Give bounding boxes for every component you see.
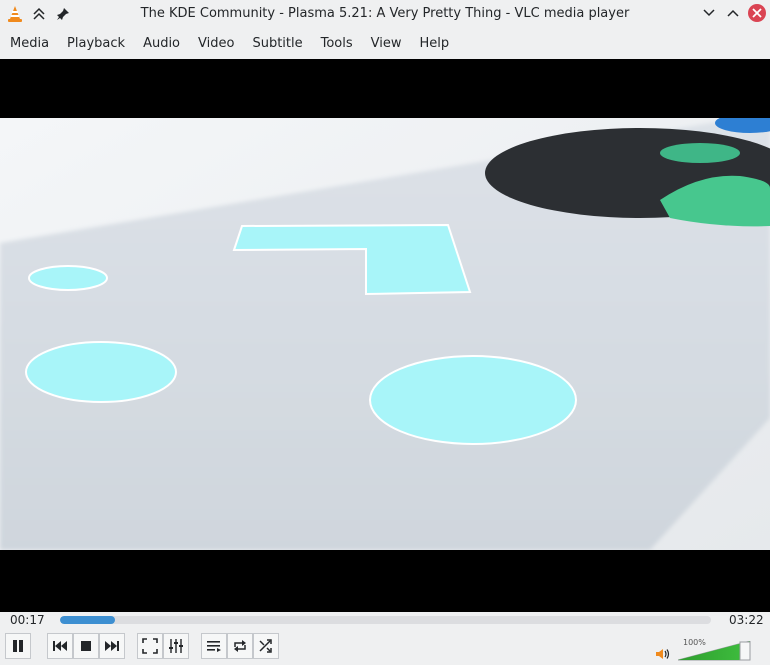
previous-icon [52,639,68,653]
loop-button[interactable] [227,633,253,659]
fullscreen-button[interactable] [137,633,163,659]
window-title: The KDE Community - Plasma 5.21: A Very … [140,6,630,21]
title-bar-right-buttons [700,4,766,22]
controls-bar: 100% [0,630,770,663]
menu-subtitle[interactable]: Subtitle [242,29,312,59]
speaker-icon[interactable] [655,646,671,665]
shuffle-icon [258,638,274,654]
next-icon [104,639,120,653]
extended-settings-icon [168,638,184,654]
seek-bar-progress [60,616,115,624]
menu-help[interactable]: Help [410,29,460,59]
shuffle-button[interactable] [253,633,279,659]
stop-button[interactable] [73,633,99,659]
seek-bar[interactable] [60,616,711,624]
close-icon[interactable] [748,4,766,22]
menu-tools[interactable]: Tools [311,29,363,59]
menu-playback[interactable]: Playback [57,29,135,59]
menu-audio[interactable]: Audio [133,29,190,59]
extended-settings-button[interactable] [163,633,189,659]
pause-button[interactable] [5,633,31,659]
previous-button[interactable] [47,633,73,659]
minimize-icon[interactable] [700,4,718,22]
elapsed-time[interactable]: 00:17 [10,613,45,627]
playlist-button[interactable] [201,633,227,659]
menu-media[interactable]: Media [0,29,59,59]
menu-view[interactable]: View [361,29,412,59]
stop-icon [80,640,92,652]
video-frame [0,118,770,550]
maximize-icon[interactable] [724,4,742,22]
total-time[interactable]: 03:22 [729,613,764,627]
video-area[interactable] [0,59,770,612]
seek-row: 00:17 03:22 [0,612,770,629]
playlist-icon [206,639,222,653]
volume-slider[interactable] [678,641,752,661]
title-bar: The KDE Community - Plasma 5.21: A Very … [0,0,770,29]
menu-video[interactable]: Video [188,29,244,59]
menu-bar: Media Playback Audio Video Subtitle Tool… [0,29,770,59]
loop-icon [232,638,248,654]
fullscreen-icon [142,638,158,654]
pause-icon [10,638,26,654]
next-button[interactable] [99,633,125,659]
